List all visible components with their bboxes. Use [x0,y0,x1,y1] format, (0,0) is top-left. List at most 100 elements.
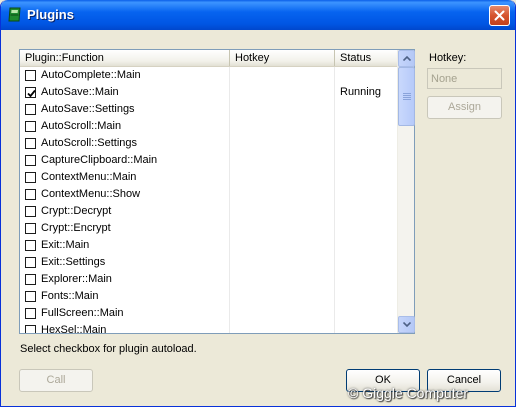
table-row[interactable]: CaptureClipboard::Main [20,152,398,169]
plugin-function-label: Exit::Main [41,239,90,251]
autoload-checkbox[interactable] [25,138,36,149]
cell-hotkey [230,220,335,237]
plugin-function-label: AutoScroll::Settings [41,137,137,149]
autoload-checkbox[interactable] [25,257,36,268]
cell-hotkey [230,186,335,203]
cell-status [335,271,398,288]
scroll-thumb[interactable] [398,67,415,126]
table-row[interactable]: Exit::Main [20,237,398,254]
table-row[interactable]: ContextMenu::Main [20,169,398,186]
autoload-checkbox[interactable] [25,206,36,217]
cell-status [335,152,398,169]
autoload-checkbox[interactable] [25,70,36,81]
hotkey-field[interactable] [427,68,502,89]
column-header-hotkey[interactable]: Hotkey [230,50,335,66]
cell-plugin-function: FullScreen::Main [20,305,230,322]
autoload-checkbox[interactable] [25,172,36,183]
cell-hotkey [230,118,335,135]
close-button[interactable] [489,5,510,26]
cell-status [335,135,398,152]
table-row[interactable]: AutoScroll::Settings [20,135,398,152]
plugins-dialog: Plugins Plugin::Function Hotkey Status A… [0,0,516,407]
table-row[interactable]: Crypt::Decrypt [20,203,398,220]
table-row[interactable]: ContextMenu::Show [20,186,398,203]
plugin-function-label: Crypt::Encrypt [41,222,111,234]
title-bar[interactable]: Plugins [1,0,515,30]
cell-hotkey [230,84,335,101]
autoload-checkbox[interactable] [25,291,36,302]
cell-status [335,305,398,322]
assign-button[interactable]: Assign [427,96,502,119]
cell-plugin-function: ContextMenu::Show [20,186,230,203]
autoload-checkbox[interactable] [25,189,36,200]
autoload-checkbox[interactable] [25,121,36,132]
cell-hotkey [230,135,335,152]
cell-status [335,186,398,203]
vertical-scrollbar[interactable] [397,50,415,333]
autoload-checkbox[interactable] [25,223,36,234]
cell-hotkey [230,152,335,169]
plugin-function-label: AutoScroll::Main [41,120,122,132]
list-rows: AutoComplete::Main AutoSave::Main Running A… [20,67,398,333]
cell-plugin-function: Exit::Settings [20,254,230,271]
cell-plugin-function: Exit::Main [20,237,230,254]
plugin-function-label: Exit::Settings [41,256,106,268]
table-row[interactable]: Fonts::Main [20,288,398,305]
plugins-app-icon [8,7,21,22]
cell-status [335,237,398,254]
table-row[interactable]: HexSel::Main [20,322,398,333]
close-icon [494,10,505,21]
plugin-function-label: CaptureClipboard::Main [41,154,158,166]
cell-hotkey [230,305,335,322]
scroll-up-button[interactable] [398,50,415,67]
plugin-function-label: AutoSave::Main [41,86,119,98]
plugin-function-label: AutoComplete::Main [41,69,141,81]
table-row[interactable]: FullScreen::Main [20,305,398,322]
plugin-function-label: Crypt::Decrypt [41,205,112,217]
grip-line [403,95,411,96]
autoload-checkbox[interactable] [25,87,36,98]
grip-line [403,97,411,98]
table-row[interactable]: Crypt::Encrypt [20,220,398,237]
table-row[interactable]: Exit::Settings [20,254,398,271]
list-header: Plugin::Function Hotkey Status [20,50,398,67]
column-header-plugin-function[interactable]: Plugin::Function [20,50,230,66]
plugin-list[interactable]: Plugin::Function Hotkey Status AutoCompl… [19,49,415,334]
table-row[interactable]: Explorer::Main [20,271,398,288]
plugin-function-label: AutoSave::Settings [41,103,135,115]
table-row[interactable]: AutoScroll::Main [20,118,398,135]
cell-status [335,203,398,220]
cell-plugin-function: AutoComplete::Main [20,67,230,84]
autoload-checkbox[interactable] [25,308,36,319]
grip-line [403,99,411,100]
autoload-checkbox[interactable] [25,240,36,251]
plugin-function-label: FullScreen::Main [41,307,124,319]
scroll-down-button[interactable] [398,316,415,333]
autoload-checkbox[interactable] [25,155,36,166]
cell-hotkey [230,237,335,254]
chevron-down-icon [403,322,411,327]
autoload-hint: Select checkbox for plugin autoload. [20,343,197,355]
cell-status [335,254,398,271]
plugin-function-label: ContextMenu::Main [41,171,137,183]
autoload-checkbox[interactable] [25,274,36,285]
cell-plugin-function: CaptureClipboard::Main [20,152,230,169]
autoload-checkbox[interactable] [25,325,36,333]
call-button[interactable]: Call [19,369,93,392]
table-row[interactable]: AutoSave::Settings [20,101,398,118]
cell-hotkey [230,322,335,333]
cell-plugin-function: AutoScroll::Main [20,118,230,135]
cell-plugin-function: HexSel::Main [20,322,230,333]
cell-plugin-function: Crypt::Decrypt [20,203,230,220]
cell-plugin-function: AutoScroll::Settings [20,135,230,152]
cell-plugin-function: AutoSave::Main [20,84,230,101]
cell-hotkey [230,169,335,186]
column-header-status[interactable]: Status [335,50,398,66]
cell-status: Running [335,84,398,101]
cell-hotkey [230,101,335,118]
chevron-up-icon [403,56,411,61]
table-row[interactable]: AutoComplete::Main [20,67,398,84]
table-row[interactable]: AutoSave::Main Running [20,84,398,101]
autoload-checkbox[interactable] [25,104,36,115]
cell-status [335,220,398,237]
